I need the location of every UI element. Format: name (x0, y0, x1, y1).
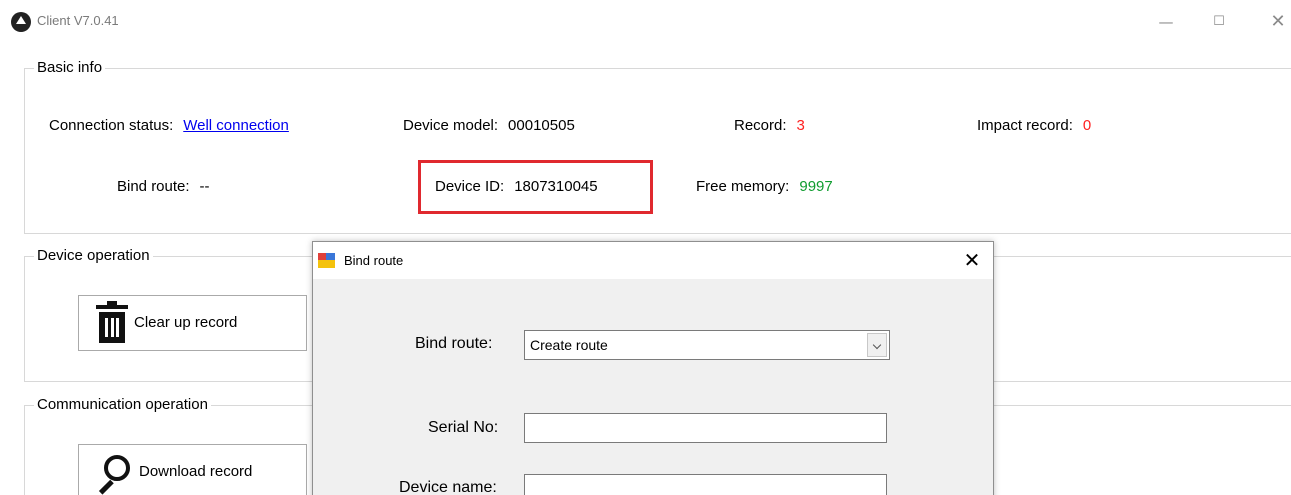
device-operation-title: Device operation (34, 247, 153, 264)
dialog-title: Bind route (344, 253, 404, 268)
clear-up-record-label: Clear up record (134, 314, 238, 331)
minimize-button[interactable]: — (1146, 8, 1186, 36)
device-model-row: Device model: 00010505 (403, 117, 575, 134)
basic-info-group: Basic info (24, 59, 1291, 234)
download-record-label: Download record (139, 463, 253, 480)
connection-status-label: Connection status: (49, 117, 174, 134)
bind-route-dialog: Bind route ✕ Bind route: Create route Se… (312, 241, 994, 495)
dialog-bind-route-label: Bind route: (415, 335, 493, 352)
record-label: Record: (734, 117, 787, 134)
connection-status-link[interactable]: Well connection (183, 117, 289, 134)
dialog-close-button[interactable]: ✕ (957, 245, 987, 275)
bind-route-selected-value: Create route (530, 337, 608, 353)
clear-up-record-button[interactable]: Clear up record (78, 295, 307, 351)
dialog-title-bar: Bind route ✕ (313, 242, 993, 279)
trash-icon (96, 301, 128, 343)
bind-route-select[interactable]: Create route (524, 330, 890, 360)
dialog-app-icon (318, 253, 335, 268)
download-record-button[interactable]: Download record (78, 444, 307, 495)
device-id-highlight-box (418, 160, 653, 214)
bind-route-label: Bind route: (117, 178, 190, 195)
serial-no-label: Serial No: (428, 419, 499, 436)
connection-status-row: Connection status: Well connection (49, 117, 289, 134)
device-name-label: Device name: (399, 479, 497, 495)
magnifier-icon (94, 453, 139, 495)
free-memory-row: Free memory: 9997 (696, 178, 833, 195)
maximize-button[interactable]: ☐ (1199, 8, 1239, 36)
free-memory-label: Free memory: (696, 178, 790, 195)
free-memory-value: 9997 (799, 178, 833, 195)
bind-route-value: -- (199, 178, 210, 195)
window-title: Client V7.0.41 (37, 13, 119, 28)
impact-record-value: 0 (1082, 117, 1092, 134)
device-name-field[interactable] (524, 474, 887, 495)
app-logo-icon (11, 12, 31, 32)
record-row: Record: 3 (734, 117, 805, 134)
device-model-label: Device model: (403, 117, 499, 134)
communication-operation-title: Communication operation (34, 396, 211, 413)
basic-info-title: Basic info (34, 59, 106, 76)
record-value: 3 (796, 117, 805, 134)
title-bar: Client V7.0.41 — ☐ ✕ (0, 0, 1291, 42)
impact-record-label: Impact record: (977, 117, 1073, 134)
bind-route-row: Bind route: -- (117, 178, 210, 195)
serial-no-field[interactable] (524, 413, 887, 443)
impact-record-row: Impact record: 0 (977, 117, 1091, 134)
close-button[interactable]: ✕ (1258, 8, 1291, 36)
chevron-down-icon[interactable] (867, 333, 887, 357)
device-model-value: 00010505 (508, 117, 575, 134)
